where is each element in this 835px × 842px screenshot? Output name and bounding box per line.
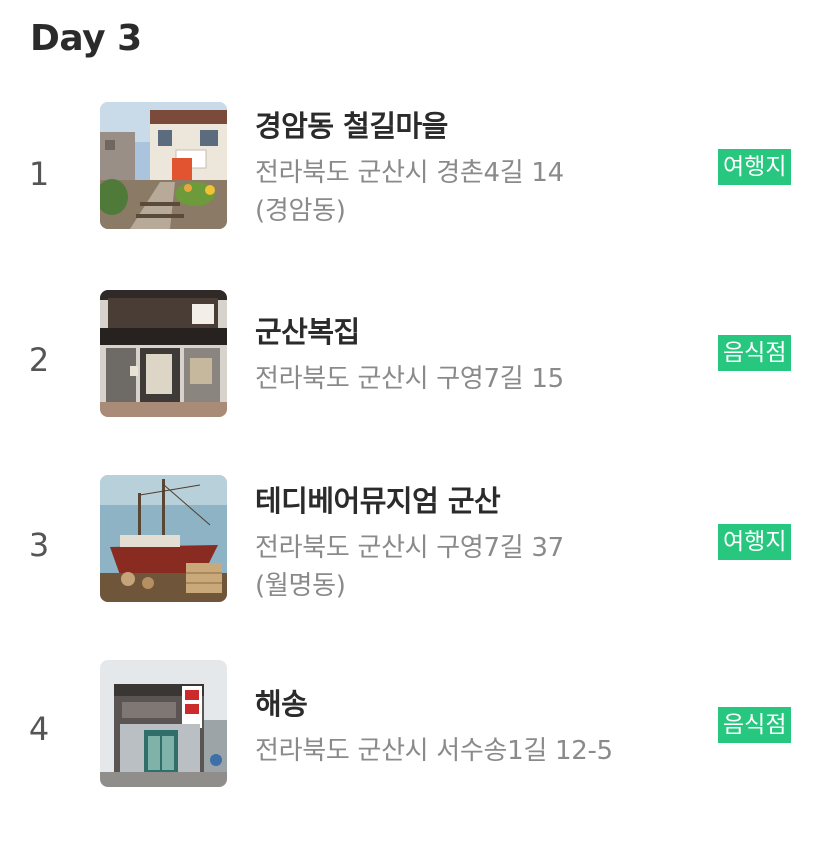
itinerary-item-2[interactable]: 2 군산복집 전라북도 군산시 구영7길 15 음식점 <box>0 288 835 418</box>
place-name[interactable]: 테디베어뮤지엄 군산 <box>255 481 695 521</box>
item-number: 2 <box>28 341 50 379</box>
day-title: Day 3 <box>30 18 142 59</box>
place-address: 전라북도 군산시 구영7길 15 <box>255 360 695 398</box>
restaurant-storefront-photo <box>100 290 227 417</box>
place-info: 경암동 철길마을 전라북도 군산시 경촌4길 14 (경암동) <box>255 106 695 230</box>
item-number: 3 <box>28 526 50 564</box>
place-thumbnail[interactable] <box>100 475 227 602</box>
itinerary-item-4[interactable]: 4 해송 전라북도 군산시 서수송1길 12-5 음식점 <box>0 660 835 790</box>
address-line-1: 전라북도 군산시 구영7길 15 <box>255 364 564 394</box>
address-line-2: (경암동) <box>255 196 346 226</box>
itinerary-item-3[interactable]: 3 테디베어뮤지엄 군산 전라북도 군산시 구영7길 37 (월명동) 여행지 <box>0 475 835 605</box>
place-info: 해송 전라북도 군산시 서수송1길 12-5 <box>255 684 695 770</box>
place-thumbnail[interactable] <box>100 102 227 229</box>
place-name[interactable]: 해송 <box>255 684 695 724</box>
place-thumbnail[interactable] <box>100 290 227 417</box>
place-name[interactable]: 경암동 철길마을 <box>255 106 695 146</box>
place-info: 군산복집 전라북도 군산시 구영7길 15 <box>255 312 695 398</box>
itinerary-item-1[interactable]: 1 경암동 철길마을 전라북도 군산시 경촌4길 14 (경암동) 여행지 <box>0 100 835 230</box>
item-number: 4 <box>28 710 50 748</box>
place-info: 테디베어뮤지엄 군산 전라북도 군산시 구영7길 37 (월명동) <box>255 481 695 605</box>
place-address: 전라북도 군산시 구영7길 37 (월명동) <box>255 529 695 605</box>
category-badge: 여행지 <box>718 524 792 560</box>
category-badge: 음식점 <box>718 707 792 743</box>
railway-village-photo <box>100 102 227 229</box>
place-thumbnail[interactable] <box>100 660 227 787</box>
category-badge: 음식점 <box>718 335 792 371</box>
seafood-restaurant-photo <box>100 660 227 787</box>
place-address: 전라북도 군산시 경촌4길 14 (경암동) <box>255 154 695 230</box>
address-line-2: (월명동) <box>255 571 346 601</box>
teddy-bear-museum-photo <box>100 475 227 602</box>
address-line-1: 전라북도 군산시 경촌4길 14 <box>255 158 564 188</box>
place-address: 전라북도 군산시 서수송1길 12-5 <box>255 732 695 770</box>
item-number: 1 <box>28 155 50 193</box>
category-badge: 여행지 <box>718 149 792 185</box>
address-line-1: 전라북도 군산시 서수송1길 12-5 <box>255 736 613 766</box>
place-name[interactable]: 군산복집 <box>255 312 695 352</box>
address-line-1: 전라북도 군산시 구영7길 37 <box>255 533 564 563</box>
